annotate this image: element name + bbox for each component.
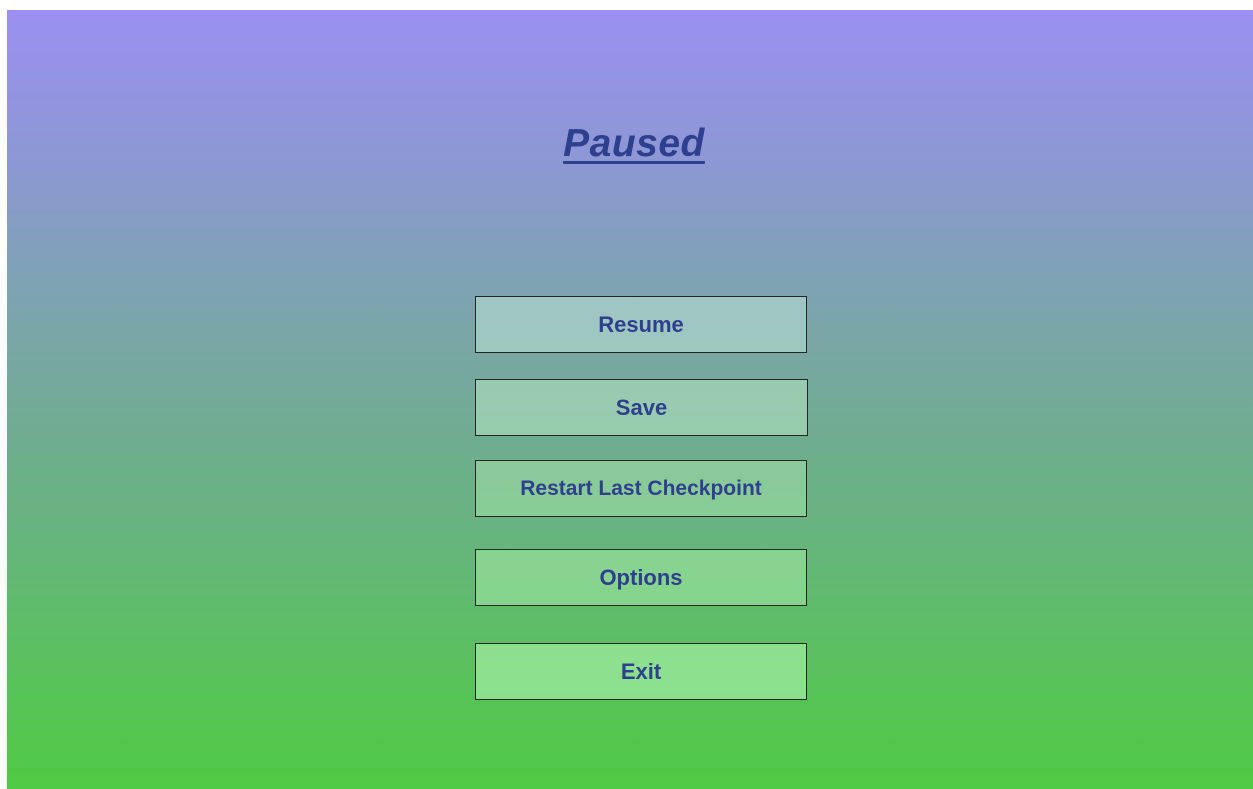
resume-button[interactable]: Resume bbox=[475, 296, 807, 353]
exit-button[interactable]: Exit bbox=[475, 643, 807, 700]
pause-screen: Paused Resume Save Restart Last Checkpoi… bbox=[7, 10, 1253, 789]
pause-title: Paused bbox=[563, 122, 705, 165]
options-button[interactable]: Options bbox=[475, 549, 807, 606]
save-button[interactable]: Save bbox=[475, 379, 808, 436]
restart-last-checkpoint-button[interactable]: Restart Last Checkpoint bbox=[475, 460, 807, 517]
